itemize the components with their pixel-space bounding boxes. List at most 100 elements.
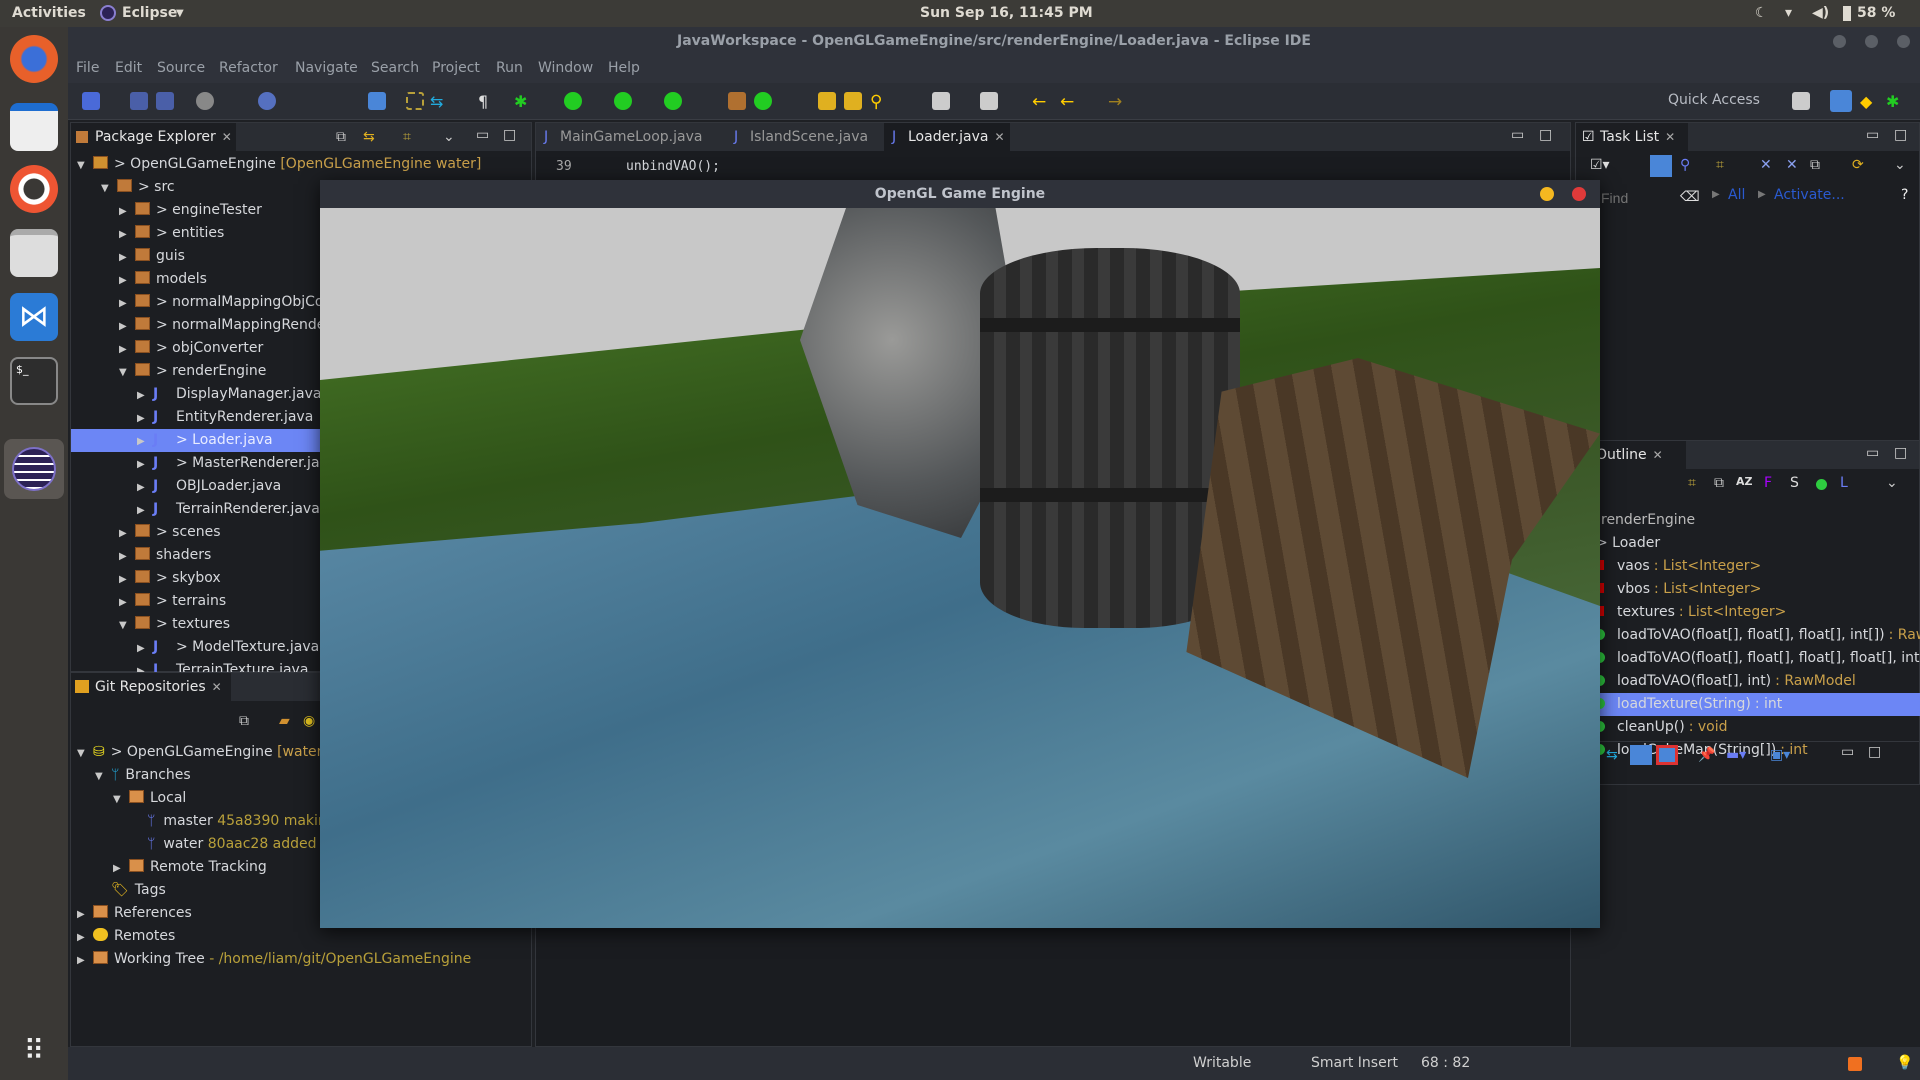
terminal-icon[interactable]: $_ xyxy=(10,357,58,405)
quick-access-field[interactable]: Quick Access xyxy=(1668,92,1760,108)
show-whitespace-icon[interactable]: ¶ xyxy=(478,92,496,111)
expand-right-icon[interactable]: ▶ xyxy=(119,200,131,223)
game-viewport[interactable] xyxy=(320,208,1600,928)
expand-down-icon[interactable]: ▼ xyxy=(101,177,113,200)
hide-static-icon[interactable]: S xyxy=(1790,475,1799,491)
tree-project[interactable]: ▼ > OpenGLGameEngine [OpenGLGameEngine wa… xyxy=(77,153,481,176)
menu-refactor[interactable]: Refactor xyxy=(219,60,278,76)
menu-source[interactable]: Source xyxy=(157,60,205,76)
coverage-icon[interactable] xyxy=(614,92,632,110)
expand-right-icon[interactable]: ▶ xyxy=(119,223,131,246)
expand-right-icon[interactable]: ▶ xyxy=(119,338,131,361)
outline-member[interactable]: loadToVAO(float[], float[], float[], int… xyxy=(1576,624,1920,647)
view-menu-icon[interactable]: ⌄ xyxy=(1886,475,1898,491)
menu-search[interactable]: Search xyxy=(371,60,419,76)
expand-right-icon[interactable]: ▶ xyxy=(137,407,149,430)
tree-references[interactable]: ▶ References xyxy=(77,902,192,925)
outline-member[interactable]: loadToVAO(float[], float[], float[], flo… xyxy=(1576,647,1920,670)
tree-tags[interactable]: 🏷 Tags xyxy=(95,879,166,902)
view-menu-icon[interactable]: ⌄ xyxy=(1894,157,1906,173)
clone-repository-icon[interactable]: ◉ xyxy=(303,713,315,729)
minimize-icon[interactable]: ▭ xyxy=(1841,744,1854,760)
tab-package-explorer[interactable]: Package Explorer ✕ xyxy=(71,123,236,151)
expand-right-icon[interactable]: ▶ xyxy=(137,476,149,499)
save-icon[interactable] xyxy=(130,92,148,110)
collapse-all-icon[interactable]: ⧉ xyxy=(336,129,346,145)
close-icon[interactable]: ✕ xyxy=(212,680,222,694)
tab-task-list[interactable]: ☑ Task List ✕ xyxy=(1576,123,1688,151)
tree-branch-master[interactable]: ᛘ master 45a8390 making xyxy=(143,810,336,833)
expand-down-icon[interactable]: ▼ xyxy=(119,361,131,384)
menu-run[interactable]: Run xyxy=(496,60,523,76)
focus-icon[interactable]: ⌗ xyxy=(1716,157,1724,173)
tab-loader[interactable]: J Loader.java ✕ xyxy=(884,123,1010,151)
tab-islandscene[interactable]: J IslandScene.java xyxy=(726,123,884,151)
menu-help[interactable]: Help xyxy=(608,60,640,76)
vscode-icon[interactable]: ⋈ xyxy=(10,293,58,341)
lightbulb-icon[interactable]: 💡 xyxy=(1896,1055,1913,1071)
outline-package[interactable]: renderEngine xyxy=(1576,509,1920,532)
collapse-all-icon[interactable]: ⧉ xyxy=(1714,475,1724,491)
firefox-icon[interactable] xyxy=(10,35,58,83)
word-wrap-icon[interactable]: ⇆ xyxy=(430,92,448,111)
expand-right-icon[interactable]: ▶ xyxy=(137,637,149,660)
code-text[interactable]: unbindVAO(); xyxy=(626,159,720,174)
close-icon[interactable]: ✕ xyxy=(1653,448,1663,462)
activate-link[interactable]: Activate... xyxy=(1774,187,1845,203)
hide-fields-icon[interactable]: F xyxy=(1764,475,1772,491)
opengl-game-window[interactable]: OpenGL Game Engine xyxy=(320,180,1600,928)
save-all-icon[interactable] xyxy=(156,92,174,110)
sync-icon[interactable]: ⟳ xyxy=(1852,157,1864,173)
outline-member[interactable]: loadToVAO(float[], int): RawModel xyxy=(1576,670,1920,693)
java-perspective-icon[interactable] xyxy=(1830,90,1852,112)
profile-icon[interactable] xyxy=(196,92,214,110)
tree-remote-tracking[interactable]: ▶ Remote Tracking xyxy=(113,856,267,879)
outline-member[interactable]: loadTexture(String): int xyxy=(1576,693,1920,716)
minimize-button[interactable] xyxy=(1833,35,1846,48)
collapse-all-icon[interactable]: ⧉ xyxy=(1810,157,1820,173)
expand-right-icon[interactable]: ▶ xyxy=(137,430,149,453)
close-icon[interactable]: ✕ xyxy=(1665,130,1675,144)
minimize-button[interactable] xyxy=(1540,187,1554,201)
code-line[interactable]: 39 unbindVAO(); xyxy=(556,155,720,178)
new-task-icon[interactable]: ☑▾ xyxy=(1590,157,1610,173)
git-perspective-icon[interactable]: ◆ xyxy=(1860,92,1878,111)
new-package-icon[interactable] xyxy=(728,92,746,110)
open-console-icon[interactable]: ▣▾ xyxy=(1770,747,1790,763)
maximize-icon[interactable]: □ xyxy=(1868,744,1881,760)
expand-right-icon[interactable]: ▶ xyxy=(137,453,149,476)
focus-icon[interactable]: ⌗ xyxy=(1688,475,1696,491)
tree-working-tree[interactable]: ▶ Working Tree - /home/liam/git/OpenGLGam… xyxy=(77,948,471,971)
open-perspective-icon[interactable] xyxy=(1792,92,1810,110)
outline-member[interactable]: vbos: List<Integer> xyxy=(1576,578,1920,601)
expand-right-icon[interactable]: ▶ xyxy=(137,499,149,522)
menu-file[interactable]: File xyxy=(76,60,99,76)
expand-right-icon[interactable]: ▶ xyxy=(119,269,131,292)
tree-local[interactable]: ▼ Local xyxy=(113,787,186,810)
outline-member[interactable]: textures: List<Integer> xyxy=(1576,601,1920,624)
maximize-icon[interactable]: □ xyxy=(1894,127,1907,143)
debug-perspective-icon[interactable]: ✱ xyxy=(1886,92,1904,111)
categorized-icon[interactable] xyxy=(1650,155,1672,177)
maximize-icon[interactable]: □ xyxy=(1894,445,1907,461)
tab-maingameloop[interactable]: J MainGameLoop.java xyxy=(536,123,726,151)
expand-right-icon[interactable]: ▶ xyxy=(119,246,131,269)
outline-member[interactable]: vaos: List<Integer> xyxy=(1576,555,1920,578)
back-icon[interactable]: ← xyxy=(1060,92,1078,112)
show-console-stderr-icon[interactable] xyxy=(1656,745,1678,765)
help-icon[interactable]: ? xyxy=(1901,187,1908,203)
maximize-icon[interactable]: □ xyxy=(1539,127,1552,143)
sort-icon[interactable]: AZ xyxy=(1736,475,1753,488)
expand-right-icon[interactable]: ▶ xyxy=(119,545,131,568)
help-icon[interactable] xyxy=(10,165,58,213)
add-repository-icon[interactable]: ▰ xyxy=(279,713,290,729)
expand-right-icon[interactable]: ▶ xyxy=(137,384,149,407)
new-icon[interactable] xyxy=(82,92,100,110)
minimize-icon[interactable]: ▭ xyxy=(1866,445,1879,461)
hide-non-public-icon[interactable] xyxy=(1816,479,1827,490)
close-icon[interactable]: ✕ xyxy=(994,130,1004,144)
tab-git-repositories[interactable]: Git Repositories ✕ xyxy=(71,673,231,701)
menu-edit[interactable]: Edit xyxy=(115,60,142,76)
debug-icon[interactable]: ✱ xyxy=(514,92,532,111)
expand-right-icon[interactable]: ▶ xyxy=(119,591,131,614)
